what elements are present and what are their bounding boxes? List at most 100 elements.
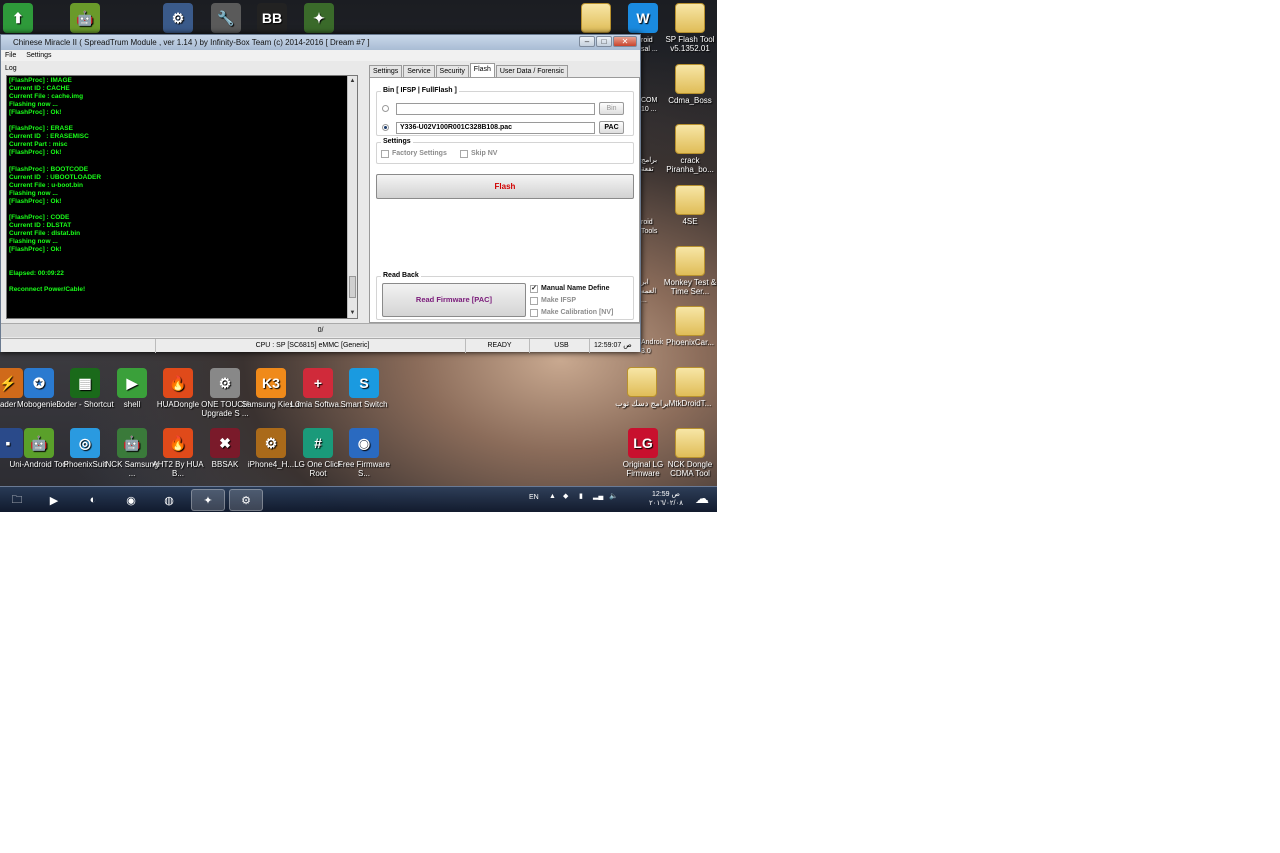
partial-label-5: Android 3.0 — [641, 339, 663, 355]
tray-clock[interactable]: 12:59 ص ٢٠١٦/٠٢/٠٨ — [642, 490, 690, 508]
desktop-right-item-label: Cdma_Boss — [668, 96, 712, 105]
menu-bar: File Settings — [1, 50, 640, 61]
desktop-right-item-4[interactable]: crack Piranha_bo... — [660, 124, 717, 174]
taskbar-media-icon[interactable]: ▶ — [37, 489, 71, 511]
desktop-top-item-icon: ✦ — [304, 3, 334, 33]
desktop-right-item-icon — [675, 428, 705, 458]
language-indicator[interactable]: EN — [529, 494, 539, 501]
log-panel: Log [FlashProc] : IMAGE Current ID : CAC… — [1, 63, 361, 321]
desktop-row1-item-icon: S — [349, 368, 379, 398]
partial-label-4: ابر العمه ... — [641, 279, 659, 304]
scroll-up-arrow-icon[interactable]: ▲ — [348, 76, 357, 86]
desktop-top-item-1[interactable]: 🤖 — [55, 3, 115, 35]
factory-settings-checkbox[interactable]: Factory Settings — [381, 149, 447, 158]
title-bar[interactable]: Chinese Miracle II ( SpreadTrum Module ,… — [1, 35, 640, 50]
desktop-right-item-3[interactable]: Cdma_Boss — [660, 64, 717, 105]
bin-path-field[interactable] — [396, 103, 595, 115]
desktop-top-item-icon: 🤖 — [70, 3, 100, 33]
desktop-top-item-icon: BB — [257, 3, 287, 33]
desktop-right-item-icon: LG — [628, 428, 658, 458]
desktop-row2-item-icon: 🤖 — [24, 428, 54, 458]
status-bar: CPU : SP [SC6815] eMMC [Generic] READY U… — [1, 338, 640, 353]
weather-cloud-icon[interactable]: ☁ — [695, 490, 709, 507]
flash-button[interactable]: Flash — [376, 174, 634, 199]
menu-file[interactable]: File — [5, 52, 16, 59]
tab-service[interactable]: Service — [403, 65, 435, 77]
desktop-right-item-icon — [675, 124, 705, 154]
taskbar-chrome-icon[interactable]: ◍ — [152, 489, 186, 511]
desktop-row1-item-icon: 🔥 — [163, 368, 193, 398]
tray-volume-icon[interactable]: 🔈 — [609, 492, 618, 500]
desktop-right-item-9[interactable]: MtkDroidT... — [660, 367, 717, 408]
desktop-right-item-7[interactable]: PhoenixCar... — [660, 306, 717, 347]
tab-user-data[interactable]: User Data / Forensic — [495, 65, 569, 77]
checkbox-box — [381, 150, 389, 158]
tray-expand-icon[interactable]: ▲ — [549, 493, 556, 500]
progress-text: 0/ — [317, 327, 324, 334]
tab-flash[interactable]: Flash — [469, 63, 495, 77]
checkbox-box — [530, 297, 538, 305]
desktop-row2-item-8[interactable]: ◉ Free Firmware S... — [334, 428, 394, 478]
tab-security[interactable]: Security — [435, 65, 469, 77]
desktop-row2-item-icon: ◎ — [70, 428, 100, 458]
desktop-row1-item-icon: ✪ — [24, 368, 54, 398]
taskbar-app-icon[interactable]: ✦ — [191, 489, 225, 511]
log-scrollbar[interactable]: ▲ ▼ — [347, 76, 357, 318]
desktop-right-item-icon — [675, 367, 705, 397]
start-button[interactable]: 🗀 — [2, 489, 32, 511]
settings-group-label: Settings — [381, 138, 413, 145]
partial-label-0: roid sal ... — [641, 37, 658, 53]
log-output[interactable]: [FlashProc] : IMAGE Current ID : CACHE C… — [6, 75, 358, 319]
desktop-top-item-5[interactable]: ✦ — [289, 3, 349, 35]
desktop-row1-item-icon: ▶ — [117, 368, 147, 398]
desktop-right-item-label: NCK Dongle CDMA Tool — [667, 460, 713, 478]
desktop-row1-item-icon: K3 — [256, 368, 286, 398]
desktop-top-item-icon: 🔧 — [211, 3, 241, 33]
taskbar: 🗀 ▶ ◐ ◉ ◍ ✦ ⚙ EN ▲ ◆ ▮ ▂▄ 🔈 12:59 ص ٢٠١٦/… — [0, 486, 717, 512]
desktop-right-item-icon — [627, 367, 657, 397]
scroll-down-arrow-icon[interactable]: ▼ — [348, 308, 357, 318]
close-button[interactable]: ✕ — [613, 36, 637, 47]
partial-label-3: roid Tools — [641, 219, 658, 235]
tab-settings[interactable]: Settings — [369, 65, 403, 77]
read-back-group: Read Back Read Firmware [PAC] ✓ Manual Na… — [376, 272, 634, 320]
desktop-right-item-icon — [581, 3, 611, 33]
partial-label-1: COM 10 ... — [641, 97, 660, 113]
desktop-right-item-11[interactable]: NCK Dongle CDMA Tool — [660, 428, 717, 478]
desktop-right-item-label: PhoenixCar... — [665, 338, 715, 347]
bin-button[interactable]: Bin — [599, 102, 624, 115]
pac-path-field[interactable]: Y336-U02V100R001C328B108.pac — [396, 122, 595, 134]
desktop-right-item-5[interactable]: 4SE — [660, 185, 717, 226]
maximize-button[interactable]: □ — [596, 36, 612, 47]
menu-settings[interactable]: Settings — [26, 52, 51, 59]
desktop-row1-item-icon: ▦ — [70, 368, 100, 398]
read-firmware-button[interactable]: Read Firmware [PAC] — [382, 283, 526, 317]
tray-bars-icon[interactable]: ▂▄ — [593, 492, 603, 500]
desktop-row2-item-label: Free Firmware S... — [337, 460, 390, 478]
desktop-row1-item-8[interactable]: S Smart Switch — [334, 368, 394, 409]
clock-date: ٢٠١٦/٠٢/٠٨ — [649, 500, 683, 507]
minimize-button[interactable]: – — [579, 36, 595, 47]
desktop-top-item-0[interactable]: ⬆ — [0, 3, 48, 35]
scroll-thumb[interactable] — [349, 276, 356, 298]
clock-time: 12:59 ص — [652, 491, 680, 498]
tab-strip: Settings Service Security Flash User Dat… — [369, 63, 569, 77]
factory-settings-label: Factory Settings — [392, 150, 447, 157]
make-ifsp-checkbox[interactable]: Make IFSP — [530, 296, 576, 305]
bin-radio[interactable] — [382, 105, 389, 112]
manual-name-checkbox[interactable]: ✓ Manual Name Define — [530, 284, 609, 293]
bin-group-label: Bin [ IFSP | FullFlash ] — [381, 87, 459, 94]
taskbar-spd-icon[interactable]: ⚙ — [229, 489, 263, 511]
taskbar-firefox-icon[interactable]: ◉ — [114, 489, 148, 511]
status-time: 12:59:07 ص — [589, 339, 640, 353]
make-calibration-checkbox[interactable]: Make Calibration [NV] — [530, 308, 613, 317]
tray-signal-icon[interactable]: ▮ — [579, 492, 583, 500]
pac-radio[interactable] — [382, 124, 389, 131]
pac-button[interactable]: PAC — [599, 121, 624, 134]
tray-network-icon[interactable]: ◆ — [563, 492, 568, 500]
desktop-right-item-icon — [675, 185, 705, 215]
desktop-right-item-6[interactable]: Monkey Test & Time Ser... — [660, 246, 717, 296]
desktop-right-item-2[interactable]: SP Flash Tool v5.1352.01 — [660, 3, 717, 53]
taskbar-mobogenie-icon[interactable]: ◐ — [76, 489, 110, 511]
skip-nv-checkbox[interactable]: Skip NV — [460, 149, 497, 158]
